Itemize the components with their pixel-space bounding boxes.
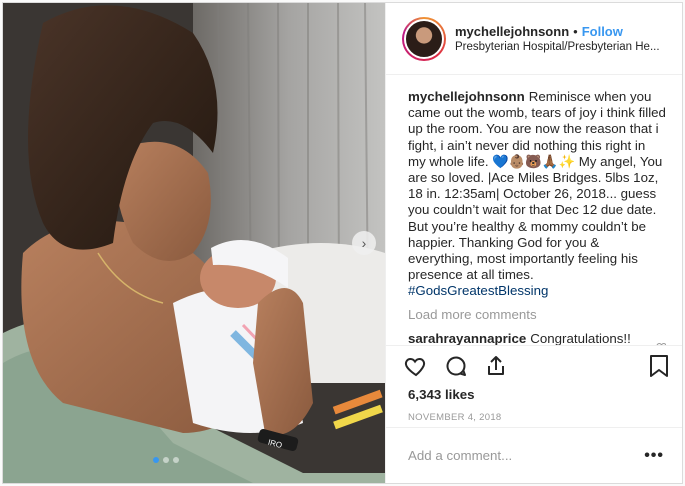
add-comment-bar: Add a comment... ••• bbox=[386, 427, 682, 483]
carousel-dot bbox=[163, 457, 169, 463]
header-text: mychellejohnsonn • Follow Presbyterian H… bbox=[455, 24, 660, 53]
header-username[interactable]: mychellejohnsonn bbox=[455, 24, 569, 39]
more-options-button[interactable]: ••• bbox=[644, 447, 664, 465]
chevron-right-icon: › bbox=[361, 235, 367, 251]
heart-icon[interactable] bbox=[404, 354, 428, 378]
follow-button[interactable]: Follow bbox=[582, 24, 623, 39]
comment-like-heart-icon[interactable] bbox=[656, 341, 666, 345]
carousel-indicator bbox=[153, 457, 179, 463]
header-user-line: mychellejohnsonn • Follow bbox=[455, 24, 660, 39]
carousel-dot bbox=[173, 457, 179, 463]
avatar[interactable] bbox=[404, 18, 444, 59]
photo-illustration: IRO bbox=[3, 3, 385, 483]
comment-bubble-icon[interactable] bbox=[444, 354, 468, 378]
story-ring[interactable] bbox=[402, 16, 446, 61]
post-date: NOVEMBER 4, 2018 bbox=[408, 412, 502, 423]
post-caption: mychellejohnsonn Reminisce when you came … bbox=[408, 89, 666, 300]
load-more-comments-button[interactable]: Load more comments bbox=[408, 307, 666, 322]
post-photo[interactable]: IRO › bbox=[3, 3, 385, 483]
add-comment-input[interactable]: Add a comment... bbox=[408, 448, 644, 463]
comment-item: sarahrayannapriceCongratulations!! Love … bbox=[408, 331, 666, 345]
instagram-post: IRO › mychellejohnsonn • Follow Presbyte… bbox=[2, 2, 683, 484]
location-link[interactable]: Presbyterian Hospital/Presbyterian He... bbox=[455, 41, 660, 53]
share-icon[interactable] bbox=[484, 354, 508, 378]
post-side-panel: mychellejohnsonn • Follow Presbyterian H… bbox=[385, 3, 682, 483]
hashtag-link[interactable]: #GodsGreatestBlessing bbox=[408, 283, 548, 298]
carousel-next-button[interactable]: › bbox=[352, 231, 376, 255]
likes-count[interactable]: 6,343 likes bbox=[386, 385, 682, 405]
post-header: mychellejohnsonn • Follow Presbyterian H… bbox=[386, 3, 682, 75]
bookmark-icon[interactable] bbox=[648, 354, 670, 378]
carousel-dot bbox=[153, 457, 159, 463]
comments-section: mychellejohnsonn Reminisce when you came … bbox=[386, 75, 682, 345]
caption-text: Reminisce when you came out the womb, te… bbox=[408, 89, 666, 283]
action-bar bbox=[386, 345, 682, 385]
caption-username[interactable]: mychellejohnsonn bbox=[408, 89, 525, 104]
comment-username[interactable]: sarahrayannaprice bbox=[408, 331, 526, 345]
separator-bullet: • bbox=[573, 24, 578, 39]
